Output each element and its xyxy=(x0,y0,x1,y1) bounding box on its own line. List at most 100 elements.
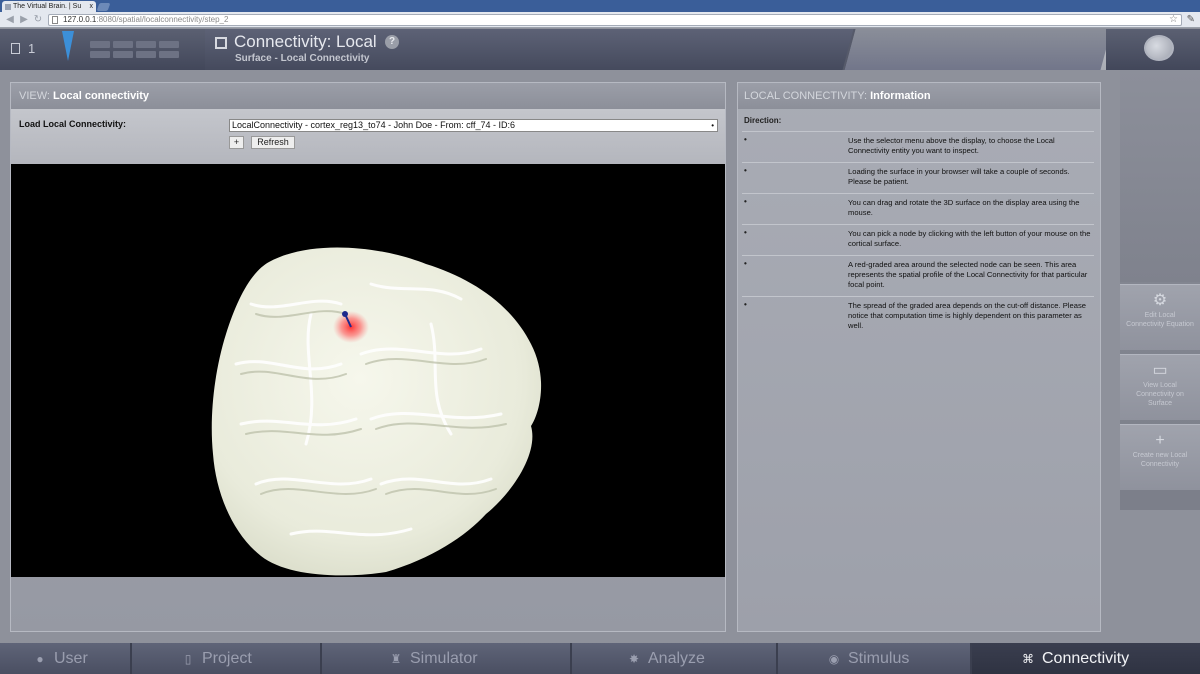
url-path: :8080/spatial/localconnectivity/step_2 xyxy=(96,15,229,24)
info-text: The spread of the graded area depends on… xyxy=(848,301,1086,330)
view-on-surface-button[interactable]: ▭ View Local Connectivity on Surface xyxy=(1120,354,1200,420)
bullet: • xyxy=(744,197,747,206)
page-subtitle: Surface - Local Connectivity xyxy=(235,53,370,64)
title-area: Connectivity: Local ? Surface - Local Co… xyxy=(205,29,860,70)
tvb-marker-icon xyxy=(62,31,74,61)
nav-label: User xyxy=(54,650,88,667)
connectivity-icon xyxy=(215,37,227,49)
reload-icon[interactable]: ↻ xyxy=(32,14,44,26)
nav-analyze[interactable]: ✸ Analyze xyxy=(572,643,778,674)
nav-connectivity[interactable]: ⌘ Connectivity xyxy=(972,643,1200,674)
burst-icon: ✸ xyxy=(628,652,640,666)
list-item: • You can pick a node by clicking with t… xyxy=(742,224,1094,255)
page-icon xyxy=(52,16,58,24)
block-icon xyxy=(113,41,133,48)
user-icon: ● xyxy=(36,652,44,666)
block-icon xyxy=(136,51,156,58)
back-icon[interactable]: ◀ xyxy=(4,14,16,26)
project-count: 1 xyxy=(28,41,36,56)
monitor-icon: ▭ xyxy=(1152,362,1168,379)
brain-surface xyxy=(211,247,542,576)
browser-tab-bar: The Virtual Brain. | Su x xyxy=(0,0,1200,12)
nav-stimulus[interactable]: ◉ Stimulus xyxy=(778,643,972,674)
plus-icon: + xyxy=(1155,432,1165,449)
block-icon xyxy=(159,51,179,58)
refresh-button[interactable]: Refresh xyxy=(251,136,295,149)
view-panel: VIEW: Local connectivity Load Local Conn… xyxy=(10,82,726,632)
block-icon xyxy=(113,51,133,58)
list-item: • Use the selector menu above the displa… xyxy=(742,131,1094,162)
nav-label: Analyze xyxy=(648,650,705,667)
forward-icon[interactable]: ▶ xyxy=(18,14,30,26)
block-icon xyxy=(90,51,110,58)
brain-mesh xyxy=(211,247,542,576)
list-item: • A red-graded area around the selected … xyxy=(742,255,1094,296)
sidebar-tail xyxy=(1120,490,1200,510)
add-button[interactable]: + xyxy=(229,136,244,149)
bottom-nav: ● User ▯ Project ♜ Simulator ✸ Analyze ◉ Stim… xyxy=(0,643,1200,674)
nav-label: Stimulus xyxy=(848,650,910,667)
info-text: You can pick a node by clicking with the… xyxy=(848,229,1091,248)
nav-label: Connectivity xyxy=(1042,650,1130,667)
bullet: • xyxy=(744,259,747,268)
gear-icon: ⚙ xyxy=(1152,292,1168,309)
tab-close-icon[interactable]: x xyxy=(90,1,94,12)
project-icon[interactable] xyxy=(11,43,20,54)
edit-equation-button[interactable]: ⚙ Edit Local Connectivity Equation xyxy=(1120,284,1200,350)
bullet: • xyxy=(744,166,747,175)
block-icon xyxy=(159,41,179,48)
browser-tab[interactable]: The Virtual Brain. | Su x xyxy=(2,1,96,12)
surface-3d-canvas[interactable] xyxy=(11,164,725,577)
focal-node xyxy=(342,311,348,317)
help-icon[interactable]: ? xyxy=(385,35,399,49)
project-area: 1 xyxy=(0,29,205,70)
favicon-icon xyxy=(5,4,11,10)
load-label: Load Local Connectivity: xyxy=(19,119,127,129)
flask-icon: ♜ xyxy=(390,652,402,666)
header-spacer xyxy=(842,29,1112,70)
tool-label: Create new Local Connectivity xyxy=(1132,452,1188,468)
nav-simulator[interactable]: ♜ Simulator xyxy=(322,643,572,674)
info-list: • Use the selector menu above the displa… xyxy=(742,131,1094,337)
info-title-value: Information xyxy=(870,90,931,102)
workflow-blocks xyxy=(90,41,182,59)
info-title-key: LOCAL CONNECTIVITY: xyxy=(744,90,868,102)
logo-area xyxy=(1106,29,1200,70)
list-item: • The spread of the graded area depends … xyxy=(742,296,1094,337)
view-title-value: Local connectivity xyxy=(53,90,150,102)
browser-toolbar: ◀ ▶ ↻ 127.0.0.1:8080/spatial/localconnec… xyxy=(0,12,1200,28)
info-text: Use the selector menu above the display,… xyxy=(848,136,1055,155)
dropdown-caret-icon: • xyxy=(711,121,714,130)
wrench-icon[interactable]: ✎ xyxy=(1187,14,1195,26)
new-tab-button[interactable] xyxy=(96,3,111,11)
block-icon xyxy=(136,41,156,48)
list-item: • You can drag and rotate the 3D surface… xyxy=(742,193,1094,224)
bullet: • xyxy=(744,300,747,309)
info-panel-title: LOCAL CONNECTIVITY: Information xyxy=(738,83,1100,109)
browser-tab-title: The Virtual Brain. | Su xyxy=(13,3,82,10)
create-local-connectivity-button[interactable]: + Create new Local Connectivity xyxy=(1120,424,1200,490)
block-icon xyxy=(90,41,110,48)
local-connectivity-select[interactable]: LocalConnectivity - cortex_reg13_to74 - … xyxy=(229,119,718,132)
nav-label: Project xyxy=(202,650,252,667)
nav-user[interactable]: ● User xyxy=(0,643,132,674)
brain-logo-icon[interactable] xyxy=(1144,35,1174,61)
bullet: • xyxy=(744,135,747,144)
view-title-key: VIEW: xyxy=(19,90,50,102)
bullet: • xyxy=(744,228,747,237)
info-text: Loading the surface in your browser will… xyxy=(848,167,1070,186)
nav-project[interactable]: ▯ Project xyxy=(132,643,322,674)
list-item: • Loading the surface in your browser wi… xyxy=(742,162,1094,193)
direction-label: Direction: xyxy=(744,116,782,125)
info-panel: LOCAL CONNECTIVITY: Information Directio… xyxy=(737,82,1101,632)
page-title: Connectivity: Local xyxy=(234,32,377,51)
sidebar-spacer xyxy=(1120,70,1200,282)
bookmark-star-icon[interactable]: ☆ xyxy=(1169,14,1178,26)
load-form: Load Local Connectivity: LocalConnectivi… xyxy=(11,109,725,164)
address-bar[interactable]: 127.0.0.1:8080/spatial/localconnectivity… xyxy=(48,14,1182,26)
select-value: LocalConnectivity - cortex_reg13_to74 - … xyxy=(232,120,515,130)
info-text: You can drag and rotate the 3D surface o… xyxy=(848,198,1080,217)
pin-icon: ◉ xyxy=(828,652,840,666)
nav-label: Simulator xyxy=(410,650,478,667)
view-panel-title: VIEW: Local connectivity xyxy=(11,83,725,109)
